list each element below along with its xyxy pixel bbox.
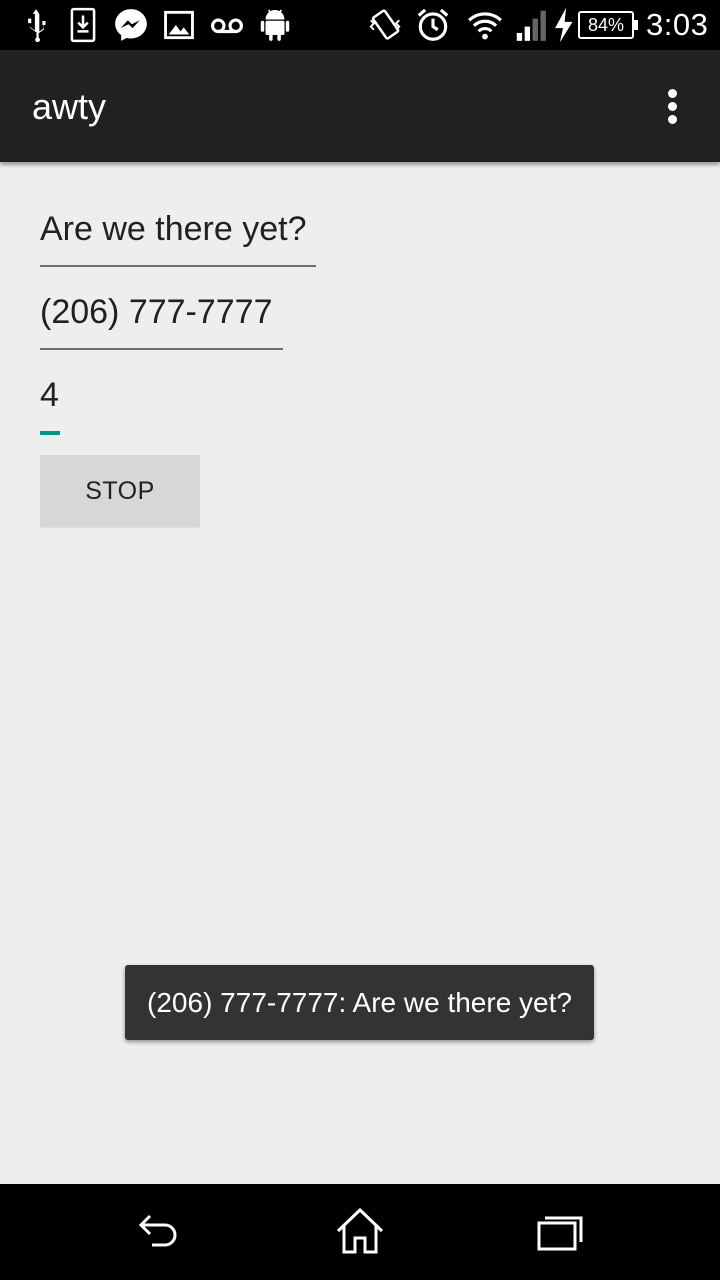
status-bar: 84% 3:03 (0, 0, 720, 50)
messenger-icon (112, 6, 150, 44)
gallery-icon (160, 6, 198, 44)
recent-apps-button[interactable] (530, 1204, 590, 1260)
recent-apps-icon (537, 1216, 583, 1251)
vibrate-icon (366, 6, 404, 44)
phone-input-underline (40, 348, 283, 350)
back-button[interactable] (130, 1204, 190, 1260)
stop-button[interactable]: STOP (40, 455, 200, 527)
message-input-underline (40, 265, 316, 267)
phone-input[interactable]: (206) 777-7777 (40, 291, 273, 333)
overflow-dot-icon (668, 115, 677, 124)
alarm-icon (414, 6, 452, 44)
status-clock: 3:03 (646, 7, 709, 42)
navigation-bar (0, 1184, 720, 1280)
toast-message: (206) 777-7777: Are we there yet? (125, 965, 594, 1040)
message-input[interactable]: Are we there yet? (40, 208, 306, 250)
home-button[interactable] (330, 1204, 390, 1260)
charging-icon (548, 6, 578, 44)
back-icon (138, 1214, 177, 1247)
home-icon (336, 1207, 384, 1254)
usb-icon (17, 6, 55, 44)
interval-input-underline (40, 431, 60, 435)
voicemail-icon (208, 6, 246, 44)
battery-indicator: 84% (578, 11, 638, 39)
android-icon (256, 6, 294, 44)
overflow-dot-icon (668, 102, 677, 111)
download-icon (64, 6, 102, 44)
overflow-dot-icon (668, 89, 677, 98)
wifi-icon (466, 6, 504, 44)
app-title: awty (32, 86, 107, 127)
interval-input[interactable]: 4 (40, 374, 59, 416)
overflow-menu-button[interactable] (648, 80, 696, 132)
signal-icon (512, 6, 550, 44)
app-bar: awty (0, 50, 720, 162)
